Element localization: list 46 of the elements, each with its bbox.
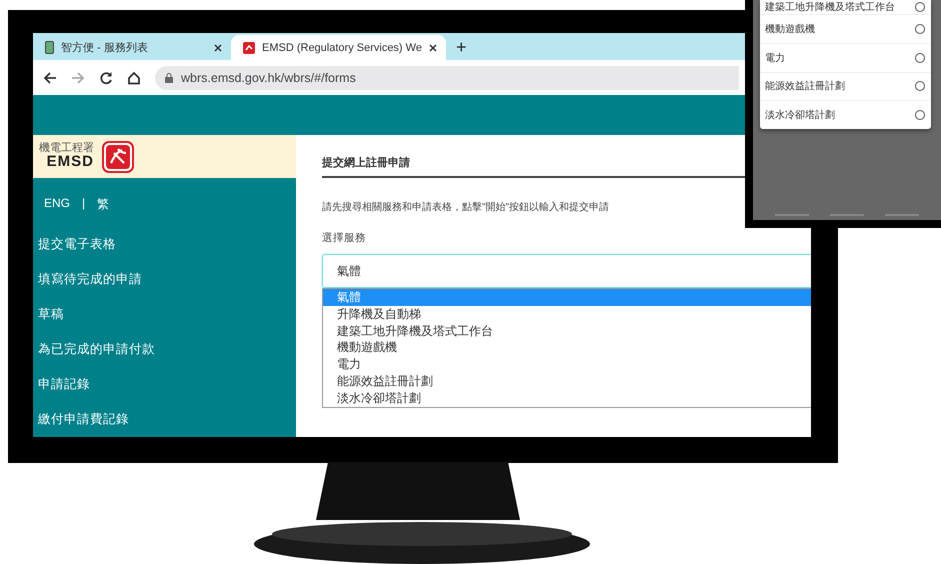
dropdown-option[interactable]: 機動遊戲機 xyxy=(323,339,811,356)
tab-title: 智方便 - 服務列表 xyxy=(61,40,149,55)
radio-button[interactable] xyxy=(915,2,925,12)
new-tab-button[interactable]: + xyxy=(456,38,466,56)
dropdown-option[interactable]: 建築工地升降機及塔式工作台 xyxy=(323,322,811,340)
browser-tab[interactable]: EMSD (Regulatory Services) We xyxy=(231,35,446,60)
dropdown-option[interactable]: 淡水冷卻塔計劃 xyxy=(323,390,811,407)
sidebar-item[interactable]: 繳付申請費記錄 xyxy=(33,402,296,437)
field-label: 選擇服務 xyxy=(322,231,367,245)
sidebar-item[interactable]: 草稿 xyxy=(33,297,296,332)
radio-button[interactable] xyxy=(915,24,925,34)
dropdown-option[interactable]: 升降機及自動梯 xyxy=(323,306,811,323)
logo-icon xyxy=(243,42,255,54)
option-label: 電力 xyxy=(765,52,785,65)
url-text: wbrs.emsd.gov.hk/wbrs/#/forms xyxy=(181,70,356,84)
radio-button[interactable] xyxy=(915,110,925,120)
lock-icon xyxy=(165,72,173,82)
sidebar-item[interactable]: 提交電子表格 xyxy=(33,227,296,262)
option-label: 建築工地升降機及塔式工作台 xyxy=(765,0,895,14)
option-label: 能源效益註冊計劃 xyxy=(765,80,845,94)
logo-icon xyxy=(102,140,134,172)
radio-button[interactable] xyxy=(915,81,925,92)
service-select[interactable]: 氣體 xyxy=(322,254,811,288)
dropdown-option[interactable]: 電力 xyxy=(323,356,811,373)
browser-tab[interactable]: 智方便 - 服務列表 xyxy=(33,35,231,60)
logo-chinese-text: 機電工程署 xyxy=(39,142,94,154)
sidebar-item[interactable]: 填寫待完成的申請 xyxy=(33,262,296,297)
home-icon[interactable] xyxy=(127,70,141,84)
address-bar[interactable]: wbrs.emsd.gov.hk/wbrs/#/forms xyxy=(155,66,739,90)
dropdown-option[interactable]: 能源效益註冊計劃 xyxy=(323,372,811,390)
instruction-text: 請先搜尋相關服務和申請表格，點擊"開始"按鈕以輸入和提交申請 xyxy=(322,200,610,214)
tab-title: EMSD (Regulatory Services) We xyxy=(262,42,422,54)
option-label: 機動遊戲機 xyxy=(765,22,815,36)
close-icon[interactable] xyxy=(428,44,437,52)
option-label: 淡水冷卻塔計劃 xyxy=(765,108,835,122)
sidebar-item[interactable]: 為已完成的申請付款 xyxy=(33,332,296,367)
radio-button[interactable] xyxy=(915,52,925,63)
language-separator: | xyxy=(82,196,86,212)
reload-icon[interactable] xyxy=(99,70,113,84)
close-icon[interactable] xyxy=(214,44,222,52)
back-icon[interactable] xyxy=(43,70,57,84)
phone-icon xyxy=(45,41,54,54)
language-link[interactable]: ENG xyxy=(44,196,70,213)
sidebar-item[interactable]: 申請記錄 xyxy=(33,367,296,402)
logo-text: EMSD xyxy=(46,154,94,170)
language-link[interactable]: 繁 xyxy=(97,196,110,213)
